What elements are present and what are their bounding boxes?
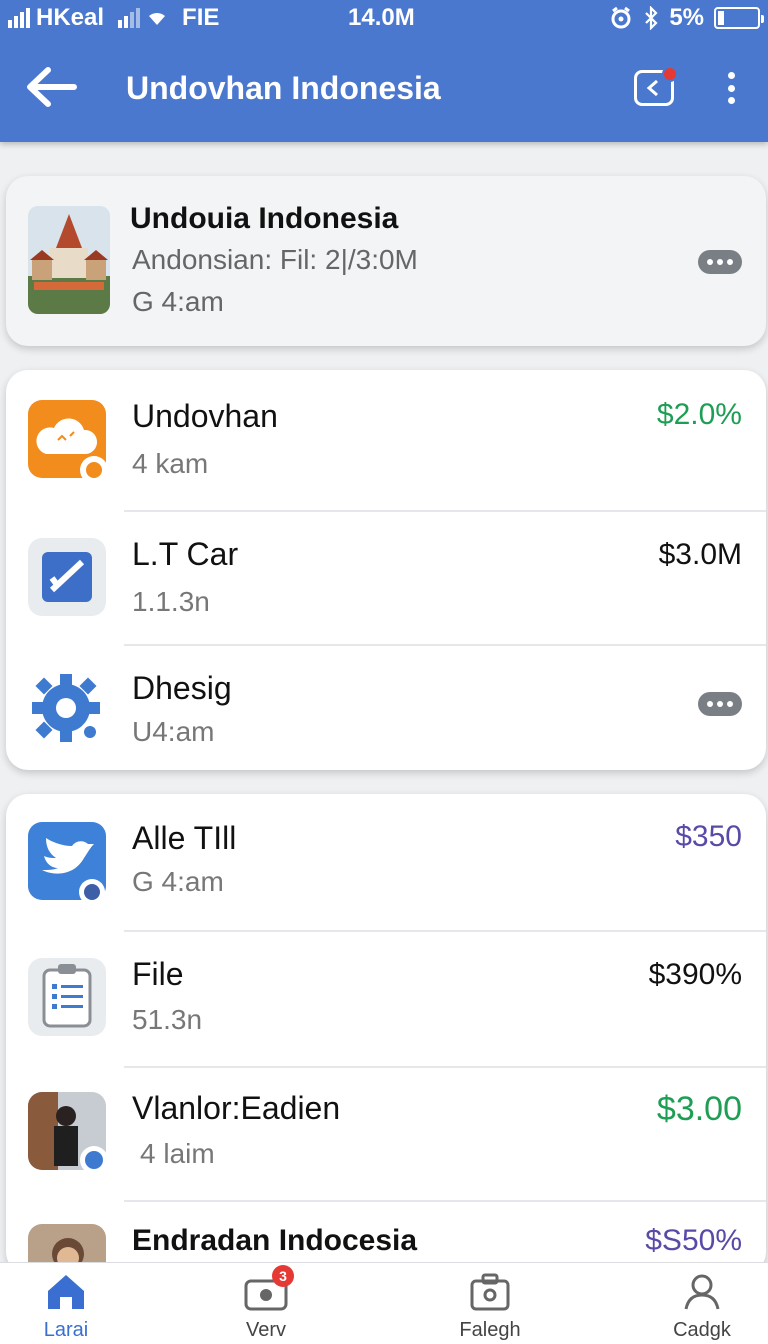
- item-subtitle: G 4:am: [132, 866, 224, 897]
- nav-home[interactable]: Larai: [6, 1273, 126, 1343]
- item-name: File: [132, 956, 184, 992]
- bottom-navigation: Larai 3 Verv Falegh Cadgk: [0, 1262, 768, 1344]
- item-subtitle: 4 kam: [132, 448, 209, 479]
- notification-dot: [662, 66, 678, 82]
- nav-camera[interactable]: 3 Verv: [206, 1265, 326, 1343]
- back-button[interactable]: [24, 64, 78, 110]
- list-item[interactable]: Vlanlor:Eadien 4 laim $3.00: [6, 1068, 766, 1202]
- person-icon: [680, 1273, 724, 1311]
- item-amount: $3.00: [656, 1090, 742, 1128]
- status-bar: HKeal FIE 14.0M 5%: [0, 0, 768, 40]
- item-subtitle: 1.1.3n: [132, 586, 210, 617]
- status-right: 5%: [609, 4, 764, 32]
- nav-profile[interactable]: Cadgk: [642, 1273, 762, 1343]
- wifi-icon: [149, 12, 166, 25]
- page-title: Undovhan Indonesia: [126, 70, 441, 106]
- item-subtitle: 51.3n: [132, 1004, 203, 1035]
- nav-label: Cadgk: [673, 1319, 731, 1341]
- featured-card[interactable]: Undouia Indonesia Andonsian: Fil: 2|/3:0…: [6, 176, 766, 346]
- featured-detail: Andonsian: Fil: 2|/3:0M: [132, 244, 418, 275]
- item-amount: $3.0M: [658, 538, 742, 571]
- status-left: HKeal FIE: [8, 4, 219, 32]
- person-photo: [28, 1092, 106, 1170]
- temple-thumbnail: [28, 206, 110, 314]
- item-name: Alle TIll: [132, 820, 237, 856]
- item-amount: $350: [675, 820, 742, 853]
- nav-label: Falegh: [459, 1319, 521, 1341]
- network-label: FIE: [182, 4, 220, 31]
- item-name: Endradan Indocesia: [132, 1224, 418, 1257]
- more-pill-button[interactable]: [698, 250, 742, 274]
- item-amount: $390%: [648, 958, 742, 991]
- checkbox-icon: [28, 538, 106, 616]
- list-item[interactable]: Undovhan 4 kam $2.0%: [6, 370, 766, 512]
- list-item[interactable]: Alle TIll G 4:am $350: [6, 794, 766, 932]
- gear-icon: [28, 670, 106, 748]
- featured-title: Undouia Indonesia: [130, 202, 399, 235]
- featured-time: G 4:am: [132, 286, 224, 317]
- bluetooth-icon: [645, 6, 658, 30]
- home-icon: [44, 1273, 88, 1311]
- list-item[interactable]: File 51.3n $390%: [6, 932, 766, 1068]
- item-subtitle: U4:am: [132, 716, 215, 747]
- list-item[interactable]: Dhesig U4:am: [6, 646, 766, 770]
- app-bar: HKeal FIE 14.0M 5% Undovhan Indonesia: [0, 0, 768, 142]
- back-arrow-icon: [27, 67, 77, 107]
- signal-icon: [8, 8, 30, 28]
- clipboard-icon: [28, 958, 106, 1036]
- nav-label: Verv: [245, 1319, 287, 1341]
- item-name: L.T Car: [132, 536, 239, 572]
- transaction-group-1: Undovhan 4 kam $2.0% L.T Car 1.1.3n $3.0…: [6, 370, 766, 770]
- more-options-button[interactable]: [718, 68, 744, 108]
- item-name: Dhesig: [132, 670, 232, 706]
- battery-label: 5%: [669, 4, 704, 31]
- notification-badge: 3: [272, 1265, 294, 1287]
- carrier-label: HKeal: [36, 4, 105, 31]
- nav-label: Larai: [43, 1319, 89, 1341]
- more-pill-button[interactable]: [698, 692, 742, 716]
- item-amount: $2.0%: [656, 398, 742, 431]
- camera-icon: 3: [244, 1265, 294, 1311]
- cloud-icon: [28, 400, 108, 484]
- share-button[interactable]: [632, 66, 680, 108]
- item-name: Vlanlor:Eadien: [132, 1090, 341, 1126]
- alarm-icon: [611, 6, 631, 29]
- list-item[interactable]: L.T Car 1.1.3n $3.0M: [6, 512, 766, 646]
- status-time: 14.0M: [348, 4, 415, 31]
- item-name: Undovhan: [132, 398, 278, 434]
- signal-icon-secondary: [118, 8, 141, 28]
- battery-icon: [714, 7, 764, 29]
- bird-icon: [28, 822, 106, 905]
- item-subtitle: 4 laim: [140, 1138, 215, 1169]
- briefcase-icon: [468, 1273, 512, 1311]
- nav-briefcase[interactable]: Falegh: [430, 1273, 550, 1343]
- transaction-group-2: Alle TIll G 4:am $350 File 51.3n $390% V…: [6, 794, 766, 1274]
- item-amount: $S50%: [645, 1224, 742, 1257]
